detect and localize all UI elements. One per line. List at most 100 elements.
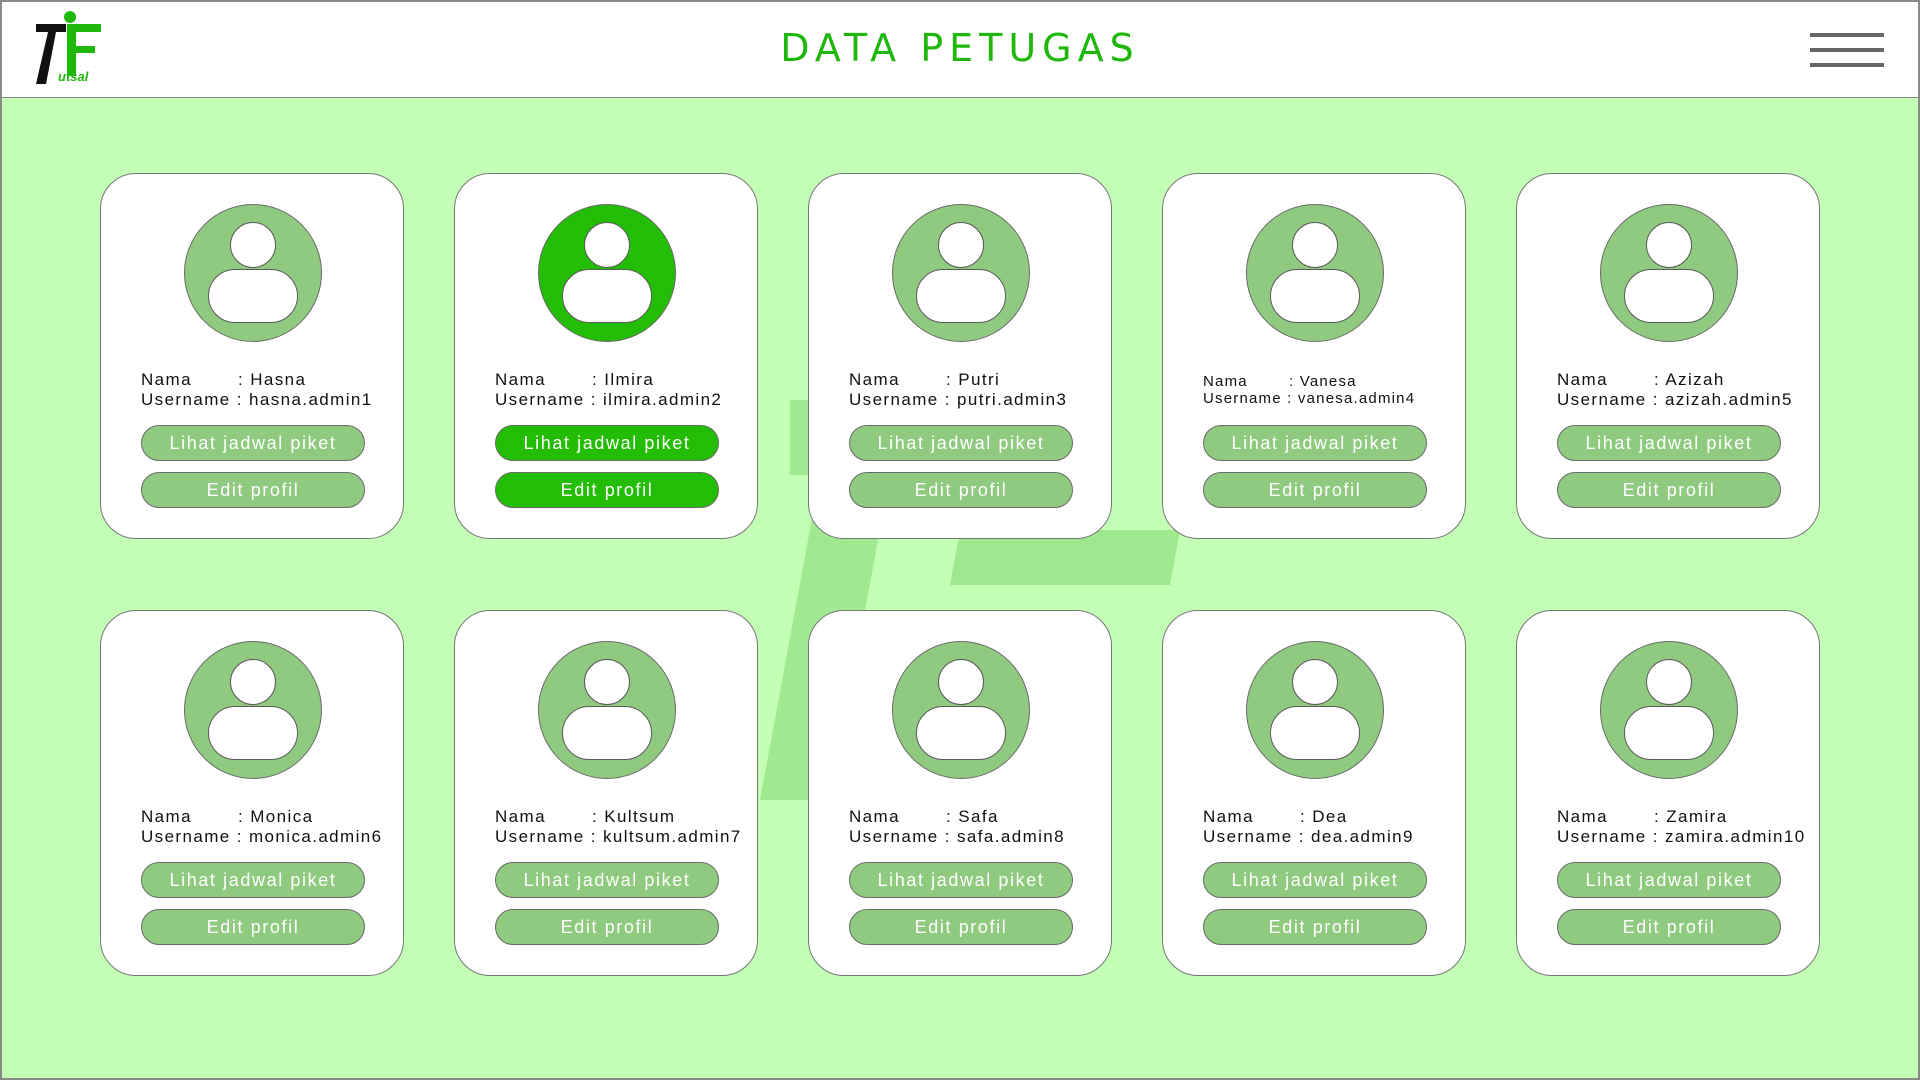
separator: : xyxy=(944,390,951,409)
user-avatar-icon xyxy=(1600,641,1738,779)
user-avatar-icon xyxy=(538,204,676,342)
avatar-body xyxy=(1270,706,1360,760)
user-avatar-icon xyxy=(184,641,322,779)
username-row: Username : kultsum.admin7 xyxy=(495,827,757,847)
nama-label: Nama xyxy=(849,807,900,826)
edit-profil-button[interactable]: Edit profil xyxy=(1203,472,1427,508)
username-row: Username : dea.admin9 xyxy=(1203,827,1465,847)
lihat-jadwal-piket-button[interactable]: Lihat jadwal piket xyxy=(1557,862,1781,898)
lihat-jadwal-piket-button[interactable]: Lihat jadwal piket xyxy=(1557,425,1781,461)
username-label: Username xyxy=(1557,827,1647,846)
nama-row: Nama: Monica xyxy=(141,807,403,827)
lihat-jadwal-piket-button[interactable]: Lihat jadwal piket xyxy=(141,425,365,461)
separator: : xyxy=(592,807,599,826)
edit-profil-button[interactable]: Edit profil xyxy=(1203,909,1427,945)
nama-label: Nama xyxy=(141,370,192,389)
edit-profil-button[interactable]: Edit profil xyxy=(1557,472,1781,508)
avatar-body xyxy=(208,706,298,760)
separator: : xyxy=(944,827,951,846)
username-label: Username xyxy=(495,390,585,409)
avatar-head xyxy=(938,659,984,705)
avatar-body xyxy=(208,269,298,323)
officer-card: Nama: Ilmira Username : ilmira.admin2 Liha… xyxy=(454,173,758,539)
nama-label: Nama xyxy=(1557,370,1608,389)
avatar-head xyxy=(230,659,276,705)
officer-info: Nama: Azizah Username : azizah.admin5 xyxy=(1557,370,1819,410)
lihat-jadwal-piket-button[interactable]: Lihat jadwal piket xyxy=(495,862,719,898)
logo-wordmark: utsal xyxy=(58,69,89,84)
username-row: Username : azizah.admin5 xyxy=(1557,390,1819,410)
edit-profil-button[interactable]: Edit profil xyxy=(1557,909,1781,945)
avatar-body xyxy=(1624,706,1714,760)
lihat-jadwal-piket-button[interactable]: Lihat jadwal piket xyxy=(141,862,365,898)
user-avatar-icon xyxy=(538,641,676,779)
edit-profil-button[interactable]: Edit profil xyxy=(849,909,1073,945)
user-avatar-icon xyxy=(1600,204,1738,342)
officer-card: Nama: Dea Username : dea.admin9 Lihat jadw… xyxy=(1162,610,1466,976)
username-row: Username : ilmira.admin2 xyxy=(495,390,757,410)
nama-row: Nama: Kultsum xyxy=(495,807,757,827)
officer-card: Nama: Safa Username : safa.admin8 Lihat ja… xyxy=(808,610,1112,976)
separator: : xyxy=(590,390,597,409)
avatar-head xyxy=(584,222,630,268)
nama-label: Nama xyxy=(1203,807,1254,826)
nama-label: Nama xyxy=(141,807,192,826)
officer-name: Safa xyxy=(958,807,999,826)
hamburger-menu-icon[interactable] xyxy=(1810,31,1884,69)
page-title: DATA PETUGAS xyxy=(780,26,1140,70)
separator: : xyxy=(946,370,953,389)
separator: : xyxy=(1652,390,1659,409)
edit-profil-button[interactable]: Edit profil xyxy=(495,472,719,508)
separator: : xyxy=(946,807,953,826)
separator: : xyxy=(1289,373,1295,390)
officer-name: Azizah xyxy=(1665,370,1725,389)
separator: : xyxy=(592,370,599,389)
avatar-body xyxy=(916,706,1006,760)
separator: : xyxy=(1654,807,1661,826)
nama-row: Nama: Azizah xyxy=(1557,370,1819,390)
avatar-head xyxy=(584,659,630,705)
officer-username: azizah.admin5 xyxy=(1665,390,1793,409)
lihat-jadwal-piket-button[interactable]: Lihat jadwal piket xyxy=(849,862,1073,898)
edit-profil-button[interactable]: Edit profil xyxy=(141,472,365,508)
separator: : xyxy=(236,827,243,846)
nama-row: Nama: Dea xyxy=(1203,807,1465,827)
edit-profil-button[interactable]: Edit profil xyxy=(141,909,365,945)
nama-label: Nama xyxy=(495,807,546,826)
username-row: Username : monica.admin6 xyxy=(141,827,403,847)
nama-label: Nama xyxy=(1557,807,1608,826)
separator: : xyxy=(590,827,597,846)
officer-info: Nama: Safa Username : safa.admin8 xyxy=(849,807,1111,847)
edit-profil-button[interactable]: Edit profil xyxy=(849,472,1073,508)
username-row: Username : zamira.admin10 xyxy=(1557,827,1819,847)
username-row: Username : vanesa.admin4 xyxy=(1203,390,1465,407)
officer-info: Nama: Ilmira Username : ilmira.admin2 xyxy=(495,370,757,410)
lihat-jadwal-piket-button[interactable]: Lihat jadwal piket xyxy=(495,425,719,461)
nama-row: Nama: Putri xyxy=(849,370,1111,390)
lihat-jadwal-piket-button[interactable]: Lihat jadwal piket xyxy=(849,425,1073,461)
user-avatar-icon xyxy=(1246,204,1384,342)
officer-username: kultsum.admin7 xyxy=(603,827,742,846)
officer-info: Nama: Hasna Username : hasna.admin1 xyxy=(141,370,403,410)
nama-row: Nama: Hasna xyxy=(141,370,403,390)
officer-card: Nama: Monica Username : monica.admin6 Liha… xyxy=(100,610,404,976)
officer-card: Nama: Azizah Username : azizah.admin5 Liha… xyxy=(1516,173,1820,539)
nama-row: Nama: Vanesa xyxy=(1203,373,1465,390)
separator: : xyxy=(1654,370,1661,389)
username-label: Username xyxy=(1203,827,1293,846)
avatar-body xyxy=(916,269,1006,323)
officer-username: safa.admin8 xyxy=(957,827,1066,846)
nama-row: Nama: Safa xyxy=(849,807,1111,827)
officer-info: Nama: Monica Username : monica.admin6 xyxy=(141,807,403,847)
lihat-jadwal-piket-button[interactable]: Lihat jadwal piket xyxy=(1203,862,1427,898)
lihat-jadwal-piket-button[interactable]: Lihat jadwal piket xyxy=(1203,425,1427,461)
avatar-head xyxy=(1292,659,1338,705)
username-label: Username xyxy=(141,827,231,846)
edit-profil-button[interactable]: Edit profil xyxy=(495,909,719,945)
user-avatar-icon xyxy=(892,204,1030,342)
officer-card: Nama: Putri Username : putri.admin3 Lihat … xyxy=(808,173,1112,539)
officer-card: Nama: Vanesa Username : vanesa.admin4 Liha… xyxy=(1162,173,1466,539)
user-avatar-icon xyxy=(184,204,322,342)
separator: : xyxy=(238,370,245,389)
username-label: Username xyxy=(495,827,585,846)
